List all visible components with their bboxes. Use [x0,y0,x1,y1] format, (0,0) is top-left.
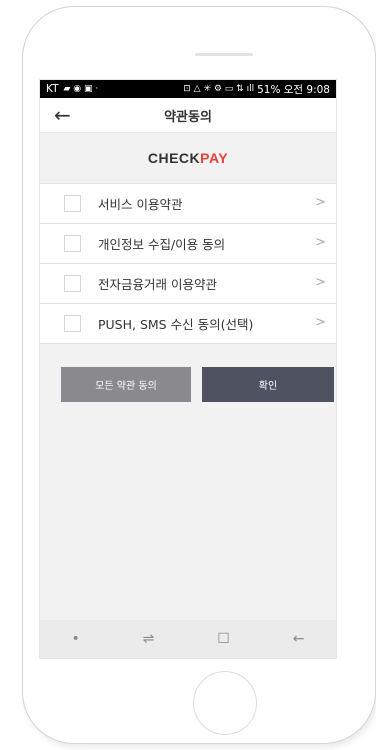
term-row-service[interactable]: 서비스 이용약관 > [40,184,336,224]
terms-list: 서비스 이용약관 > 개인정보 수집/이용 동의 > 전자금융거래 이용약관 >… [40,183,336,344]
android-nav-bar: • ⇌ ☐ ← [40,620,336,658]
agree-all-button[interactable]: 모든 약관 동의 [61,367,191,402]
header-bar: ← 약관동의 [40,98,336,133]
term-label: 전자금융거래 이용약관 [98,277,217,292]
checkbox[interactable] [64,315,81,332]
carrier-label: KT [46,83,59,95]
term-row-push-sms[interactable]: PUSH, SMS 수신 동의(선택) > [40,304,336,344]
back-arrow-icon[interactable]: ← [54,103,71,127]
term-row-electronic-finance[interactable]: 전자금융거래 이용약관 > [40,264,336,304]
checkbox[interactable] [64,195,81,212]
term-row-privacy[interactable]: 개인정보 수집/이용 동의 > [40,224,336,264]
status-time: 51% 오전 9:08 [257,83,330,96]
action-buttons: 모든 약관 동의 확인 [40,367,336,402]
system-icons: ⊡ △ ✳ ⚙ ▭ ⇅ ıll [183,84,255,94]
term-label: 개인정보 수집/이용 동의 [98,237,226,252]
home-button[interactable] [193,671,257,735]
confirm-button[interactable]: 확인 [202,367,334,402]
page-title: 약관동의 [164,109,212,125]
chevron-right-icon: > [315,235,326,250]
checkbox[interactable] [64,235,81,252]
checkbox[interactable] [64,275,81,292]
chevron-right-icon: > [315,275,326,290]
notification-icons: ▰ ◉ ▣ · [63,84,99,94]
screen: KT ▰ ◉ ▣ · ⊡ △ ✳ ⚙ ▭ ⇅ ıll 51% 오전 9:08 ←… [39,79,337,659]
back-nav-icon[interactable]: ← [293,631,305,647]
dot-icon[interactable]: • [71,631,79,647]
brand-logo-part2: PAY [200,150,229,166]
term-label: 서비스 이용약관 [98,197,183,212]
chevron-right-icon: > [315,315,326,330]
term-label: PUSH, SMS 수신 동의(선택) [98,317,254,332]
brand-logo: CHECK PAY [40,133,336,183]
status-bar: KT ▰ ◉ ▣ · ⊡ △ ✳ ⚙ ▭ ⇅ ıll 51% 오전 9:08 [40,80,336,98]
recent-apps-icon[interactable]: ⇌ [143,631,155,647]
chevron-right-icon: > [315,195,326,210]
home-square-icon[interactable]: ☐ [217,631,230,647]
brand-logo-part1: CHECK [147,150,201,166]
speaker-grille [195,53,253,56]
